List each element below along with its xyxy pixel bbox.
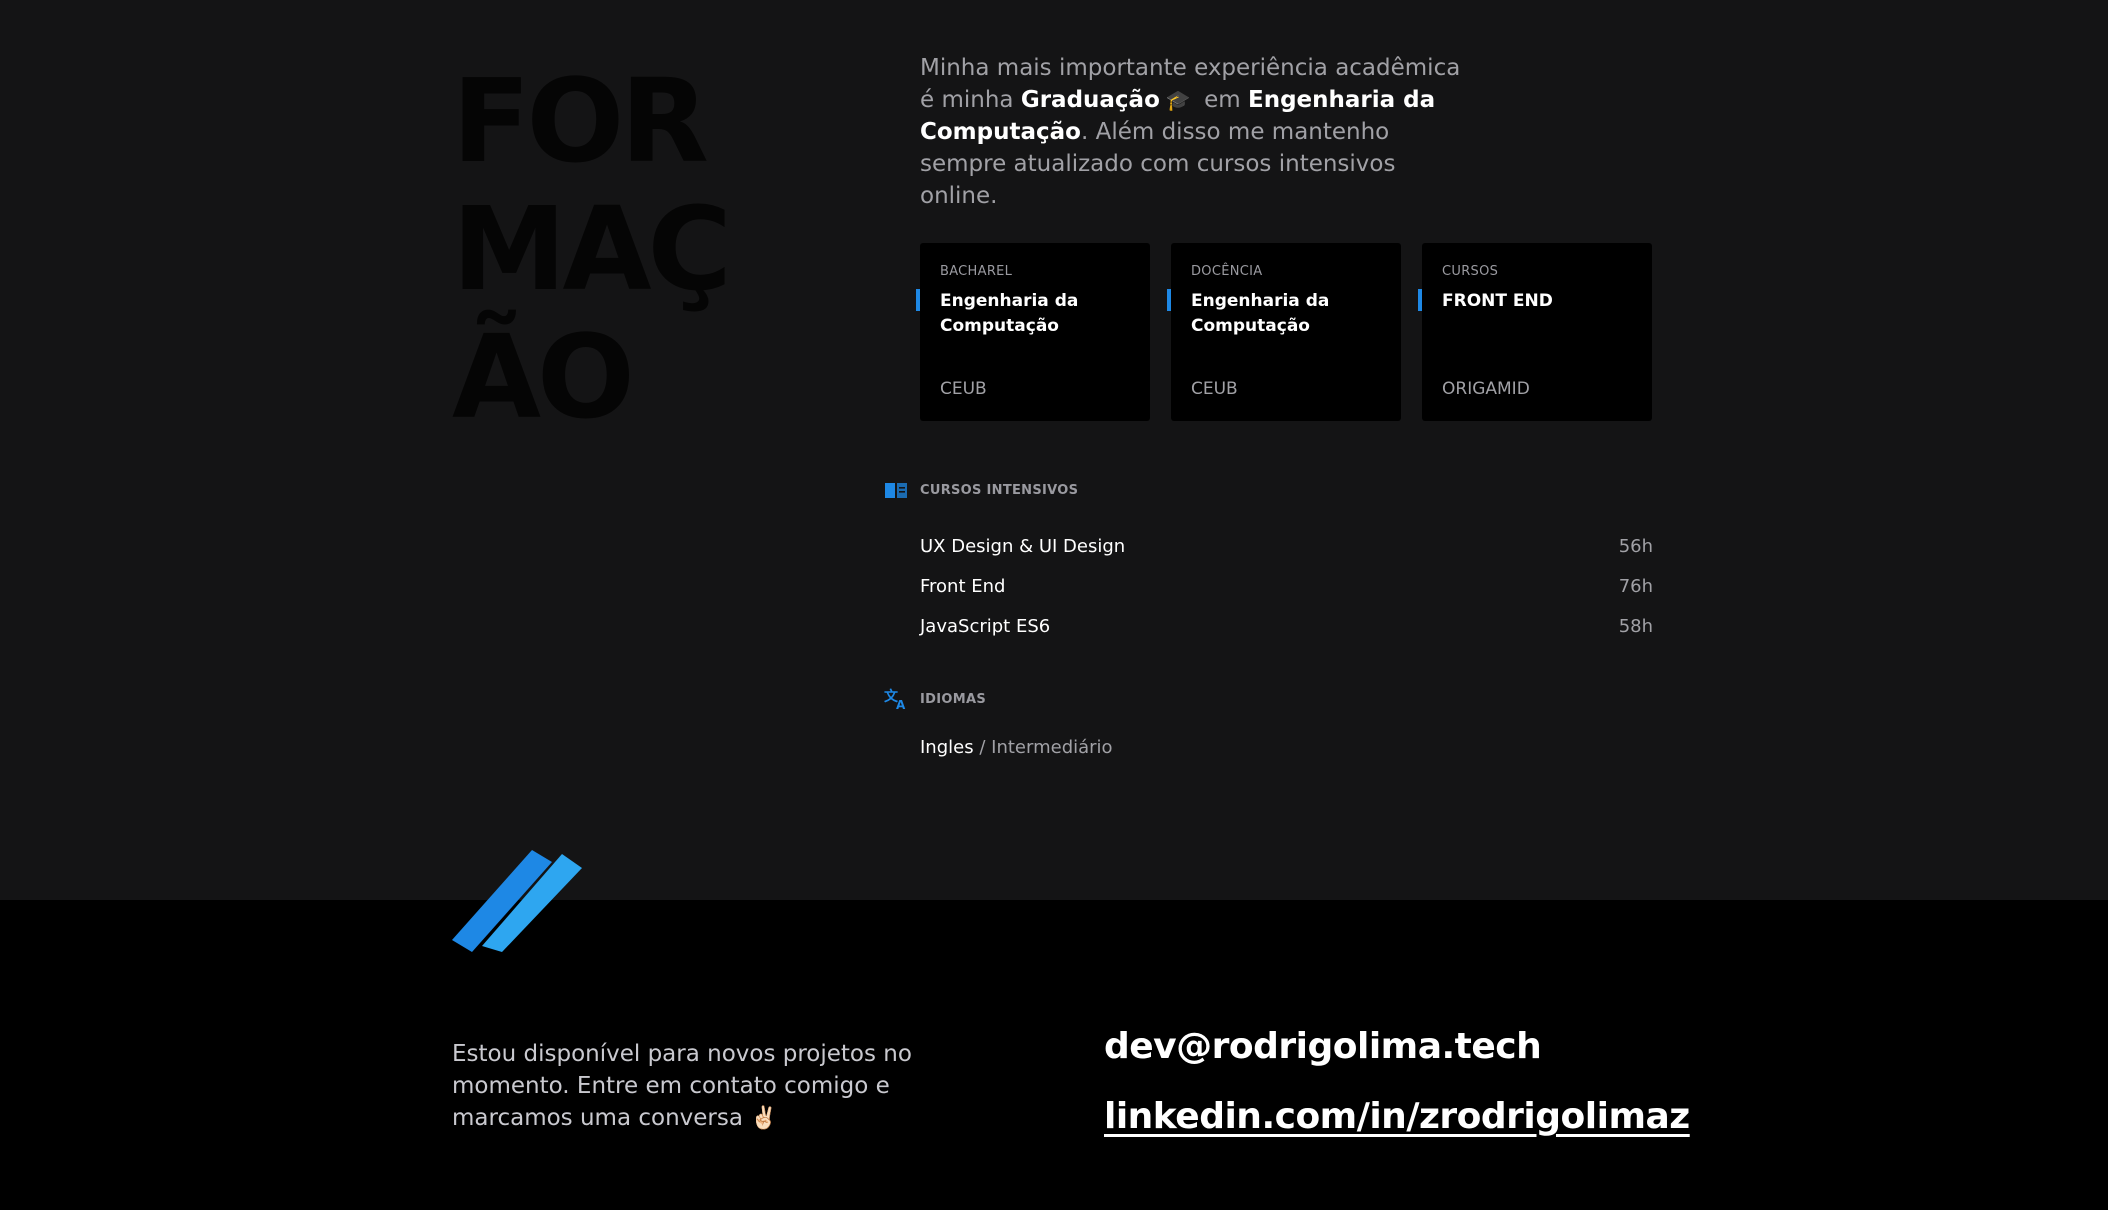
translate-icon: 文 A (884, 688, 908, 710)
course-hours: 56h (1618, 535, 1653, 557)
card-kind: BACHAREL (940, 264, 1013, 279)
contact-links: dev@rodrigolima.tech linkedin.com/in/zro… (1104, 1012, 1690, 1152)
card-accent-marker (916, 289, 920, 311)
education-cards: BACHAREL Engenharia da Computação CEUB D… (916, 243, 1652, 421)
course-name: JavaScript ES6 (920, 615, 1051, 637)
list-item: JavaScript ES6 58h (920, 606, 1653, 646)
card-school: CEUB (1191, 379, 1238, 399)
list-item: UX Design & UI Design 56h (920, 526, 1653, 566)
idiomas-label: IDIOMAS (920, 691, 986, 707)
course-name: UX Design & UI Design (920, 535, 1126, 557)
graduation-cap-icon: 🎓 (1165, 88, 1191, 112)
intro-em: em (1196, 87, 1248, 113)
victory-hand-icon: ✌🏻 (750, 1106, 778, 1131)
availability-message: Estou disponível para novos projetos no … (452, 1041, 912, 1131)
intro-paragraph: Minha mais importante experiência acadêm… (920, 52, 1480, 212)
page: FOR MAÇ ÃO Minha mais importante experiê… (0, 0, 2108, 1210)
course-name: Front End (920, 575, 1006, 597)
section-title: FOR MAÇ ÃO (452, 55, 732, 445)
education-card: DOCÊNCIA Engenharia da Computação CEUB (1167, 243, 1401, 421)
book-icon (884, 480, 908, 500)
availability-text: Estou disponível para novos projetos no … (452, 1038, 1012, 1135)
card-degree: Engenharia da Computação (1191, 291, 1330, 336)
card-degree: Engenharia da Computação (940, 291, 1079, 336)
card-accent-marker (1167, 289, 1171, 311)
formacao-section: FOR MAÇ ÃO Minha mais importante experiê… (0, 0, 2108, 900)
course-hours: 76h (1618, 575, 1653, 597)
card-school: ORIGAMID (1442, 379, 1530, 399)
logo-stripes-icon (452, 850, 582, 952)
contact-footer: Estou disponível para novos projetos no … (0, 900, 2108, 1210)
education-card: CURSOS FRONT END ORIGAMID (1418, 243, 1652, 421)
email-link[interactable]: dev@rodrigolima.tech (1104, 1012, 1690, 1082)
card-school: CEUB (940, 379, 987, 399)
language-level: Intermediário (991, 737, 1113, 758)
course-hours: 58h (1618, 615, 1653, 637)
card-kind: DOCÊNCIA (1191, 264, 1263, 279)
course-list: UX Design & UI Design 56h Front End 76h … (920, 526, 1653, 646)
svg-text:A: A (896, 698, 906, 710)
language-item: Ingles / Intermediário (920, 737, 1113, 758)
intro-graduacao: Graduação (1020, 87, 1160, 113)
idiomas-heading: 文 A IDIOMAS (884, 688, 986, 710)
card-accent-marker (1418, 289, 1422, 311)
language-separator: / (979, 737, 986, 758)
education-card: BACHAREL Engenharia da Computação CEUB (916, 243, 1150, 421)
linkedin-link[interactable]: linkedin.com/in/zrodrigolimaz (1104, 1082, 1690, 1152)
cursos-label: CURSOS INTENSIVOS (920, 482, 1079, 498)
cursos-heading: CURSOS INTENSIVOS (884, 480, 1078, 500)
list-item: Front End 76h (920, 566, 1653, 606)
card-degree: FRONT END (1442, 291, 1553, 311)
card-kind: CURSOS (1442, 264, 1499, 279)
language-name: Ingles (920, 737, 974, 758)
